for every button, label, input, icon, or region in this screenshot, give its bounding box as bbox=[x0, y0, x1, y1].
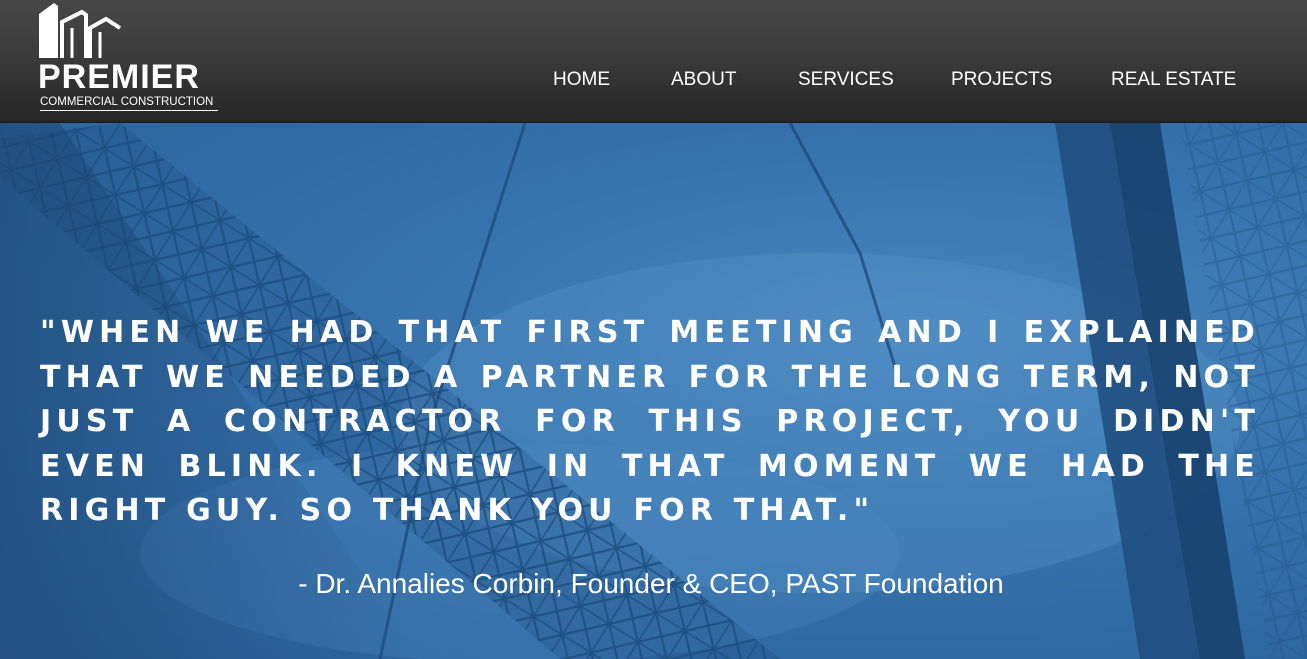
testimonial-quote: "When we had that first meeting and I ex… bbox=[40, 315, 1260, 528]
nav-real-estate[interactable]: REAL ESTATE bbox=[1111, 68, 1236, 92]
nav-home[interactable]: HOME bbox=[553, 68, 610, 92]
testimonial-hero: "When we had that first meeting and I ex… bbox=[0, 123, 1307, 659]
nav-about[interactable]: ABOUT bbox=[671, 68, 736, 92]
logo-wordmark: PREMIER bbox=[38, 58, 200, 96]
testimonial-attribution: - Dr. Annalies Corbin, Founder & CEO, PA… bbox=[298, 568, 1004, 599]
buildings-logo-icon bbox=[39, 3, 122, 58]
nav-services[interactable]: SERVICES bbox=[798, 68, 894, 92]
logo-tagline: COMMERCIAL CONSTRUCTION bbox=[40, 96, 218, 111]
site-header: PREMIER COMMERCIAL CONSTRUCTION HOME ABO… bbox=[0, 0, 1307, 123]
nav-projects[interactable]: PROJECTS bbox=[951, 68, 1052, 92]
premier-logo[interactable]: PREMIER COMMERCIAL CONSTRUCTION bbox=[36, 0, 226, 118]
page: PREMIER COMMERCIAL CONSTRUCTION HOME ABO… bbox=[0, 0, 1307, 659]
